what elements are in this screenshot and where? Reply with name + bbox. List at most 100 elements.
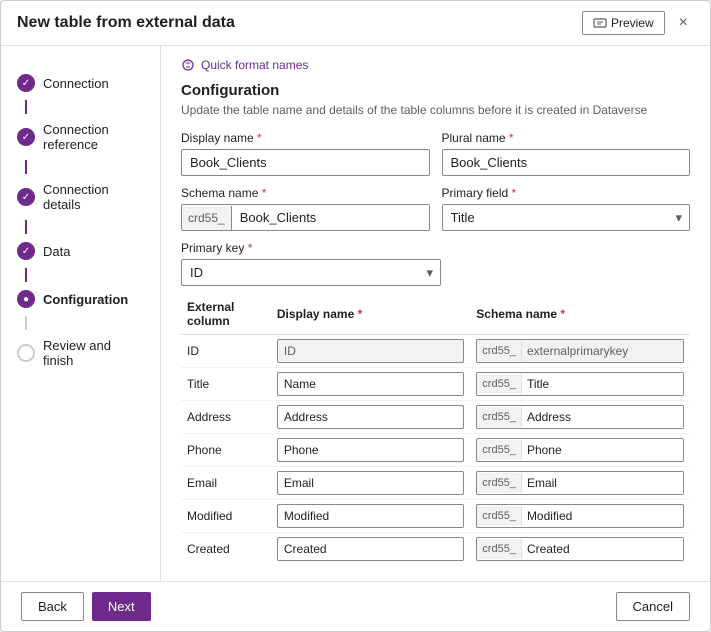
- table-row: Modified crd55_: [181, 500, 690, 533]
- close-button[interactable]: ×: [673, 12, 694, 34]
- cell-external-4: Email: [181, 467, 271, 500]
- dialog-header: New table from external data Preview ×: [1, 1, 710, 46]
- dialog-title: New table from external data: [17, 14, 235, 32]
- sidebar-item-review-and-finish[interactable]: Review and finish: [1, 330, 160, 376]
- schema-input-0: [522, 340, 683, 362]
- sidebar-item-data[interactable]: ✓ Data: [1, 234, 160, 268]
- next-button[interactable]: Next: [92, 592, 151, 621]
- display-name-input[interactable]: [181, 149, 430, 176]
- primary-field-select[interactable]: Title: [442, 204, 691, 231]
- sidebar-label-connection-reference: Connection reference: [43, 122, 144, 152]
- primary-key-group: Primary key * ID ▾: [181, 241, 441, 286]
- quick-format-label: Quick format names: [201, 58, 308, 72]
- preview-label: Preview: [611, 16, 654, 30]
- schema-prefix-wrap-4: crd55_: [476, 471, 684, 495]
- schema-prefix-wrap-0: crd55_: [476, 339, 684, 363]
- format-icon: [181, 58, 195, 72]
- table-row: Title crd55_: [181, 368, 690, 401]
- sidebar: ✓ Connection ✓ Connection reference ✓ Co…: [1, 46, 161, 581]
- cell-external-5: Modified: [181, 500, 271, 533]
- columns-table: External column Display name * Schema na…: [181, 296, 690, 565]
- display-input-0: [277, 339, 464, 363]
- schema-input-4[interactable]: [522, 472, 683, 494]
- schema-prefix-wrap-5: crd55_: [476, 504, 684, 528]
- schema-input-6[interactable]: [522, 538, 683, 560]
- schema-prefix-wrap-3: crd55_: [476, 438, 684, 462]
- display-input-3[interactable]: [277, 438, 464, 462]
- cell-schema-2: crd55_: [470, 401, 690, 434]
- step-indicator-connection: ✓: [17, 74, 35, 92]
- table-row: Email crd55_: [181, 467, 690, 500]
- footer-left: Back Next: [21, 592, 151, 621]
- step-indicator-connection-reference: ✓: [17, 128, 35, 146]
- cancel-button[interactable]: Cancel: [616, 592, 690, 621]
- table-row: Created crd55_: [181, 533, 690, 566]
- cell-external-6: Created: [181, 533, 271, 566]
- schema-input-5[interactable]: [522, 505, 683, 527]
- display-input-5[interactable]: [277, 504, 464, 528]
- form-row-2: Schema name * crd55_ Primary field *: [181, 186, 690, 231]
- schema-prefix-3: crd55_: [477, 440, 522, 460]
- schema-prefix-6: crd55_: [477, 539, 522, 559]
- sidebar-item-connection-details[interactable]: ✓ Connection details: [1, 174, 160, 220]
- cell-schema-5: crd55_: [470, 500, 690, 533]
- cell-schema-4: crd55_: [470, 467, 690, 500]
- schema-prefix-wrap-2: crd55_: [476, 405, 684, 429]
- cell-external-1: Title: [181, 368, 271, 401]
- plural-name-label: Plural name *: [442, 131, 691, 145]
- cell-schema-0: crd55_: [470, 335, 690, 368]
- schema-name-prefix-wrap: crd55_: [181, 204, 430, 231]
- cell-external-2: Address: [181, 401, 271, 434]
- schema-input-2[interactable]: [522, 406, 683, 428]
- schema-name-input[interactable]: [232, 205, 429, 230]
- form-row-3: Primary key * ID ▾: [181, 241, 690, 286]
- display-input-1[interactable]: [277, 372, 464, 396]
- schema-prefix-2: crd55_: [477, 407, 522, 427]
- cell-schema-1: crd55_: [470, 368, 690, 401]
- cell-display-2: [271, 401, 470, 434]
- col-header-display: Display name *: [271, 296, 470, 335]
- display-name-label: Display name *: [181, 131, 430, 145]
- preview-button[interactable]: Preview: [582, 11, 665, 35]
- connector-4: [25, 268, 27, 282]
- schema-name-group: Schema name * crd55_: [181, 186, 430, 231]
- sidebar-item-connection-reference[interactable]: ✓ Connection reference: [1, 114, 160, 160]
- table-header-row: External column Display name * Schema na…: [181, 296, 690, 335]
- display-name-group: Display name *: [181, 131, 430, 176]
- connector-5: [25, 316, 27, 330]
- cell-schema-3: crd55_: [470, 434, 690, 467]
- primary-field-group: Primary field * Title ▾: [442, 186, 691, 231]
- back-button[interactable]: Back: [21, 592, 84, 621]
- sidebar-label-connection-details: Connection details: [43, 182, 144, 212]
- schema-prefix-1: crd55_: [477, 374, 522, 394]
- schema-prefix-wrap-6: crd55_: [476, 537, 684, 561]
- col-header-external: External column: [181, 296, 271, 335]
- schema-input-1[interactable]: [522, 373, 683, 395]
- display-input-2[interactable]: [277, 405, 464, 429]
- table-row: ID crd55_: [181, 335, 690, 368]
- form-row-1: Display name * Plural name *: [181, 131, 690, 176]
- schema-input-3[interactable]: [522, 439, 683, 461]
- sidebar-label-data: Data: [43, 244, 70, 259]
- step-indicator-review: [17, 344, 35, 362]
- primary-field-label: Primary field *: [442, 186, 691, 200]
- connector-1: [25, 100, 27, 114]
- quick-format[interactable]: Quick format names: [181, 58, 690, 72]
- plural-name-input[interactable]: [442, 149, 691, 176]
- display-input-4[interactable]: [277, 471, 464, 495]
- table-row: Phone crd55_: [181, 434, 690, 467]
- sidebar-item-connection[interactable]: ✓ Connection: [1, 66, 160, 100]
- cell-external-3: Phone: [181, 434, 271, 467]
- schema-name-label: Schema name *: [181, 186, 430, 200]
- schema-name-prefix: crd55_: [182, 206, 232, 230]
- display-input-6[interactable]: [277, 537, 464, 561]
- cell-external-0: ID: [181, 335, 271, 368]
- primary-key-select[interactable]: ID: [181, 259, 441, 286]
- table-row: Address crd55_: [181, 401, 690, 434]
- sidebar-item-configuration[interactable]: ● Configuration: [1, 282, 160, 316]
- step-indicator-configuration: ●: [17, 290, 35, 308]
- cell-display-4: [271, 467, 470, 500]
- section-description: Update the table name and details of the…: [181, 103, 690, 117]
- step-indicator-data: ✓: [17, 242, 35, 260]
- cell-display-3: [271, 434, 470, 467]
